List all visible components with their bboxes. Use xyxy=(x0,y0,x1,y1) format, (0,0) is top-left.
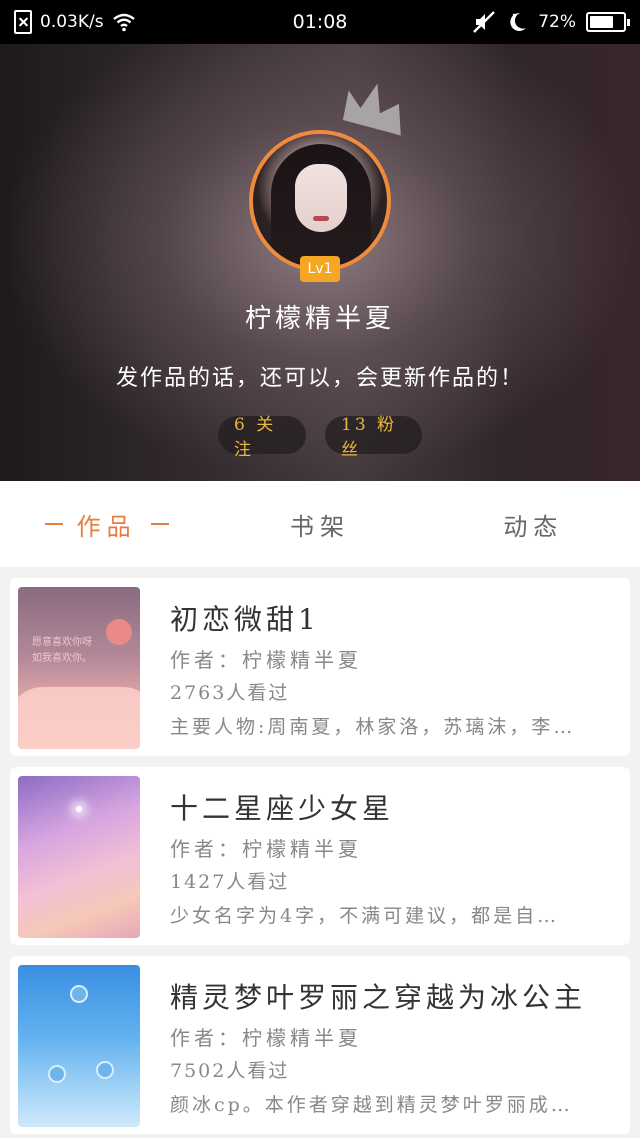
sim-off-icon xyxy=(14,10,32,34)
tab-bookshelf-label: 书架 xyxy=(289,512,350,541)
cloud-decoration xyxy=(18,687,140,749)
moon-decoration xyxy=(106,619,132,645)
wifi-icon xyxy=(112,13,135,32)
status-bar: 0.03K/s 01:08 72% xyxy=(0,0,640,44)
work-author: 作者：柠檬精半夏 xyxy=(170,837,362,861)
avatar-lips xyxy=(313,216,329,221)
work-card[interactable]: 愿意喜欢你呀 如我喜欢你。 初恋微甜1 作者：柠檬精半夏 2763人看过 主要人… xyxy=(10,578,630,756)
work-description: 主要人物:周南夏，林家洛，苏璃沫，李… xyxy=(170,716,576,738)
work-author: 作者：柠檬精半夏 xyxy=(170,648,362,672)
username: 柠檬精半夏 xyxy=(244,304,395,334)
planet-decoration xyxy=(70,985,88,1003)
work-views: 2763人看过 xyxy=(170,682,290,704)
network-speed: 0.03K/s xyxy=(40,12,104,32)
tab-works[interactable]: 作品 xyxy=(0,481,213,567)
work-card[interactable]: 十二星座少女星 作者：柠檬精半夏 1427人看过 少女名字为4字，不满可建议，都… xyxy=(10,767,630,945)
bio: 发作品的话，还可以，会更新作品的！ xyxy=(115,366,524,391)
planet-decoration xyxy=(96,1061,114,1079)
tab-active-indicator-right xyxy=(150,523,169,525)
star-decoration xyxy=(76,806,82,812)
mute-icon xyxy=(473,11,496,33)
work-cover[interactable] xyxy=(18,965,140,1127)
profile-header: Lv1 柠檬精半夏 发作品的话，还可以，会更新作品的！ 6 关注 13 粉丝 xyxy=(0,44,640,481)
work-views: 1427人看过 xyxy=(170,871,290,893)
work-cover[interactable] xyxy=(18,776,140,938)
moon-icon xyxy=(510,12,527,31)
level-badge: Lv1 xyxy=(300,256,340,282)
avatar-face xyxy=(295,164,347,232)
work-description: 颜冰cp。本作者穿越到精灵梦叶罗丽成… xyxy=(170,1094,573,1116)
crown-icon xyxy=(342,83,401,136)
work-description: 少女名字为4字，不满可建议，都是自… xyxy=(170,905,560,927)
tab-works-label: 作品 xyxy=(76,512,137,541)
status-right: 72% xyxy=(472,10,630,34)
tab-bookshelf[interactable]: 书架 xyxy=(213,481,426,567)
tab-activity[interactable]: 动态 xyxy=(427,481,640,567)
tab-active-indicator-left xyxy=(44,523,63,525)
tab-bar: 作品 书架 动态 xyxy=(0,481,640,567)
battery-icon xyxy=(586,12,630,32)
work-cover[interactable]: 愿意喜欢你呀 如我喜欢你。 xyxy=(18,587,140,749)
work-title[interactable]: 初恋微甜1 xyxy=(170,598,320,638)
work-title[interactable]: 精灵梦叶罗丽之穿越为冰公主 xyxy=(170,976,586,1016)
battery-percent: 72% xyxy=(538,12,576,32)
work-card[interactable]: 精灵梦叶罗丽之穿越为冰公主 作者：柠檬精半夏 7502人看过 颜冰cp。本作者穿… xyxy=(10,956,630,1134)
work-views: 7502人看过 xyxy=(170,1060,290,1082)
cover-text: 愿意喜欢你呀 如我喜欢你。 xyxy=(32,637,92,664)
avatar[interactable] xyxy=(249,130,391,272)
fans-button[interactable]: 13 粉丝 xyxy=(325,415,422,460)
battery-level xyxy=(590,16,614,28)
following-button[interactable]: 6 关注 xyxy=(218,415,306,460)
work-title[interactable]: 十二星座少女星 xyxy=(170,787,394,827)
tab-activity-label: 动态 xyxy=(503,512,564,541)
work-author: 作者：柠檬精半夏 xyxy=(170,1026,362,1050)
status-left: 0.03K/s xyxy=(14,10,472,34)
planet-decoration xyxy=(48,1065,66,1083)
